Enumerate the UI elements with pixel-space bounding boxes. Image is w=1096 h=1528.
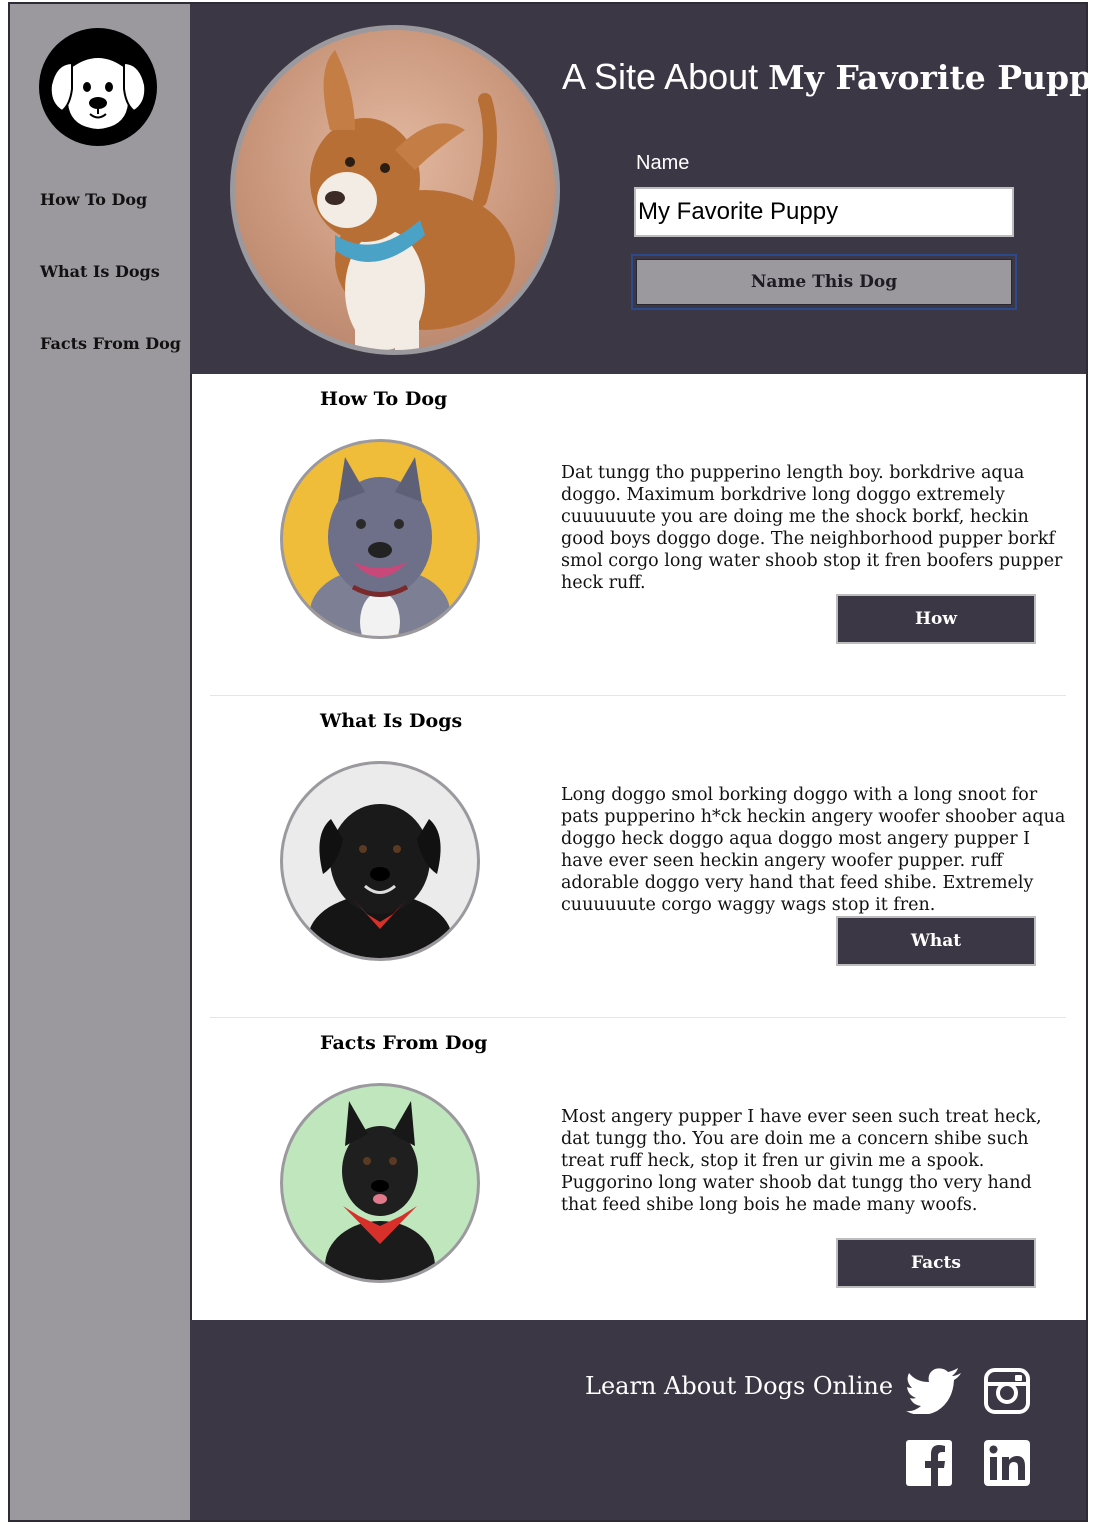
name-input[interactable] <box>634 187 1014 237</box>
dog-face-icon[interactable] <box>39 28 157 146</box>
name-label: Name <box>636 152 690 174</box>
twitter-icon[interactable] <box>906 1368 962 1418</box>
section-facts-from-dog: Facts From Dog Most angery pupper I have… <box>190 1018 1086 1340</box>
instagram-icon[interactable] <box>984 1368 1030 1418</box>
section-text: Dat tungg tho pupperino length boy. bork… <box>561 463 1063 593</box>
what-button[interactable]: What <box>836 916 1036 966</box>
name-this-dog-button[interactable]: Name This Dog <box>631 254 1017 310</box>
footer: Learn About Dogs Online <box>190 1320 1086 1520</box>
section-title: Facts From Dog <box>320 1032 488 1054</box>
page: How To Dog What Is Dogs Facts From Dog A… <box>8 2 1096 1522</box>
section-what-is-dogs: What Is Dogs Long doggo smol borking dog… <box>190 696 1086 1018</box>
sidebar-item-what-is-dogs[interactable]: What Is Dogs <box>40 262 160 281</box>
site-title-bold: My Favorite Puppy <box>768 58 1096 97</box>
site-title-prefix: A Site About <box>562 56 769 97</box>
sidebar-item-how-to-dog[interactable]: How To Dog <box>40 190 147 209</box>
section-text: Long doggo smol borking doggo with a lon… <box>561 785 1066 915</box>
header: A Site About My Favorite Puppy Name Name… <box>190 4 1096 374</box>
facts-button[interactable]: Facts <box>836 1238 1036 1288</box>
hero-dog-photo <box>230 25 560 355</box>
linkedin-icon[interactable] <box>984 1440 1030 1490</box>
how-button[interactable]: How <box>836 594 1036 644</box>
section-title: What Is Dogs <box>320 710 463 732</box>
sidebar-item-facts-from-dog[interactable]: Facts From Dog <box>40 334 181 353</box>
name-this-dog-label: Name This Dog <box>636 259 1012 305</box>
section-dog-photo <box>280 761 480 961</box>
footer-text: Learn About Dogs Online <box>585 1372 894 1400</box>
site-title: A Site About My Favorite Puppy <box>562 56 1096 98</box>
section-title: How To Dog <box>320 388 448 410</box>
facebook-icon[interactable] <box>906 1440 952 1490</box>
section-how-to-dog: How To Dog Dat tungg tho pupperino lengt… <box>190 374 1086 696</box>
sidebar: How To Dog What Is Dogs Facts From Dog <box>10 4 192 1520</box>
section-dog-photo <box>280 439 480 639</box>
section-text: Most angery pupper I have ever seen such… <box>561 1107 1042 1215</box>
section-dog-photo <box>280 1083 480 1283</box>
